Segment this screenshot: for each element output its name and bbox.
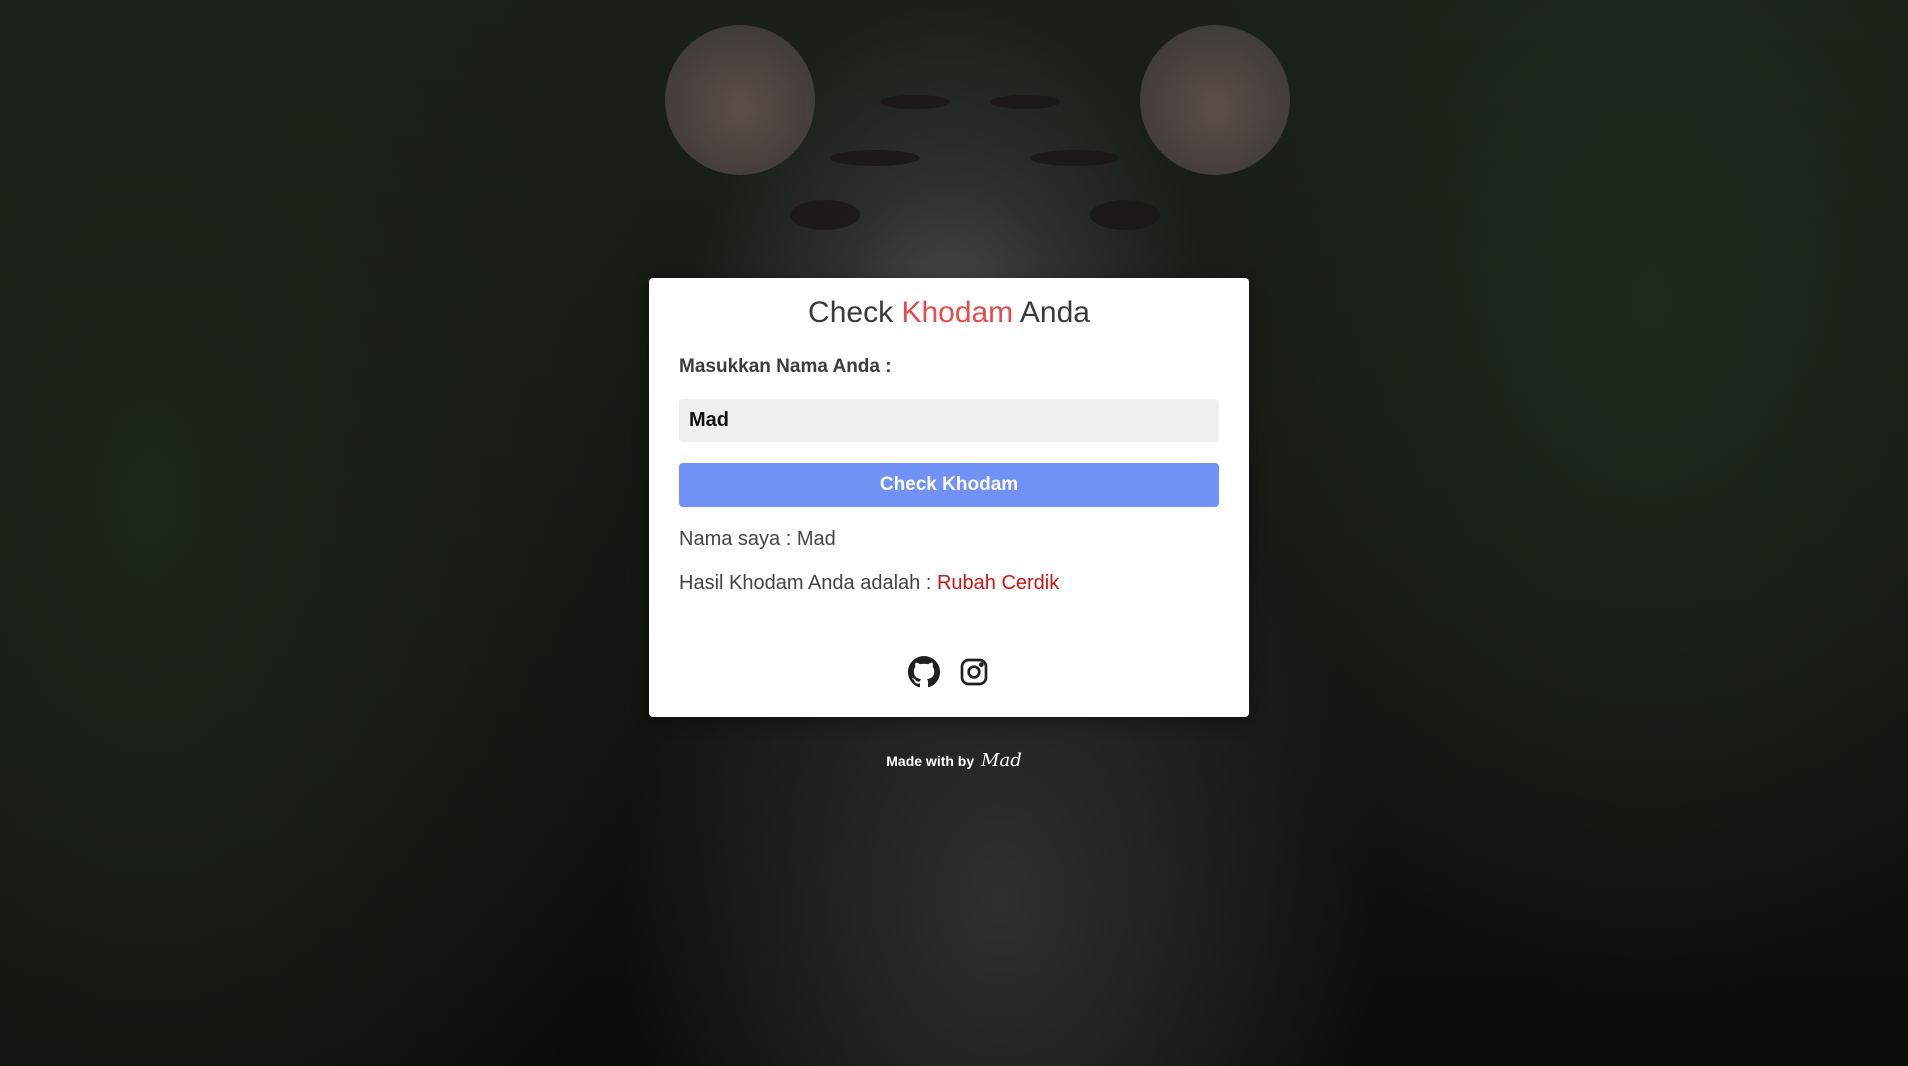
khodam-result-label: Hasil Khodam Anda adalah : <box>679 572 937 594</box>
page-title: Check Khodam Anda <box>649 296 1249 330</box>
khodam-result-line: Hasil Khodam Anda adalah : Rubah Cerdik <box>679 572 1059 595</box>
name-result-line: Nama saya : Mad <box>679 528 836 551</box>
title-accent: Khodam <box>901 296 1014 329</box>
title-suffix: Anda <box>1019 296 1090 329</box>
tiger-stripe <box>990 95 1060 109</box>
footer-made-with: Made with by <box>886 753 975 769</box>
tiger-stripe <box>830 150 920 166</box>
tiger-ear-right <box>1140 25 1290 175</box>
name-input[interactable] <box>679 399 1219 442</box>
title-prefix: Check <box>808 296 894 329</box>
footer: Made with by Mad <box>0 750 1908 771</box>
name-result-label: Nama saya : <box>679 528 797 550</box>
khodam-card: Check Khodam Anda Masukkan Nama Anda : C… <box>649 278 1249 717</box>
tiger-stripe <box>1030 150 1120 166</box>
tiger-ear-left <box>665 25 815 175</box>
tiger-stripe <box>1090 200 1160 230</box>
github-icon[interactable] <box>907 656 940 688</box>
tiger-stripe <box>880 95 950 109</box>
instagram-icon[interactable] <box>958 656 990 688</box>
khodam-result-value: Rubah Cerdik <box>936 572 1060 594</box>
name-result-value: Mad <box>796 528 836 550</box>
footer-author: Mad <box>981 750 1022 771</box>
tiger-stripe <box>790 200 860 230</box>
check-khodam-button[interactable]: Check Khodam <box>679 463 1219 507</box>
name-label: Masukkan Nama Anda : <box>679 356 892 377</box>
social-links <box>649 656 1249 688</box>
